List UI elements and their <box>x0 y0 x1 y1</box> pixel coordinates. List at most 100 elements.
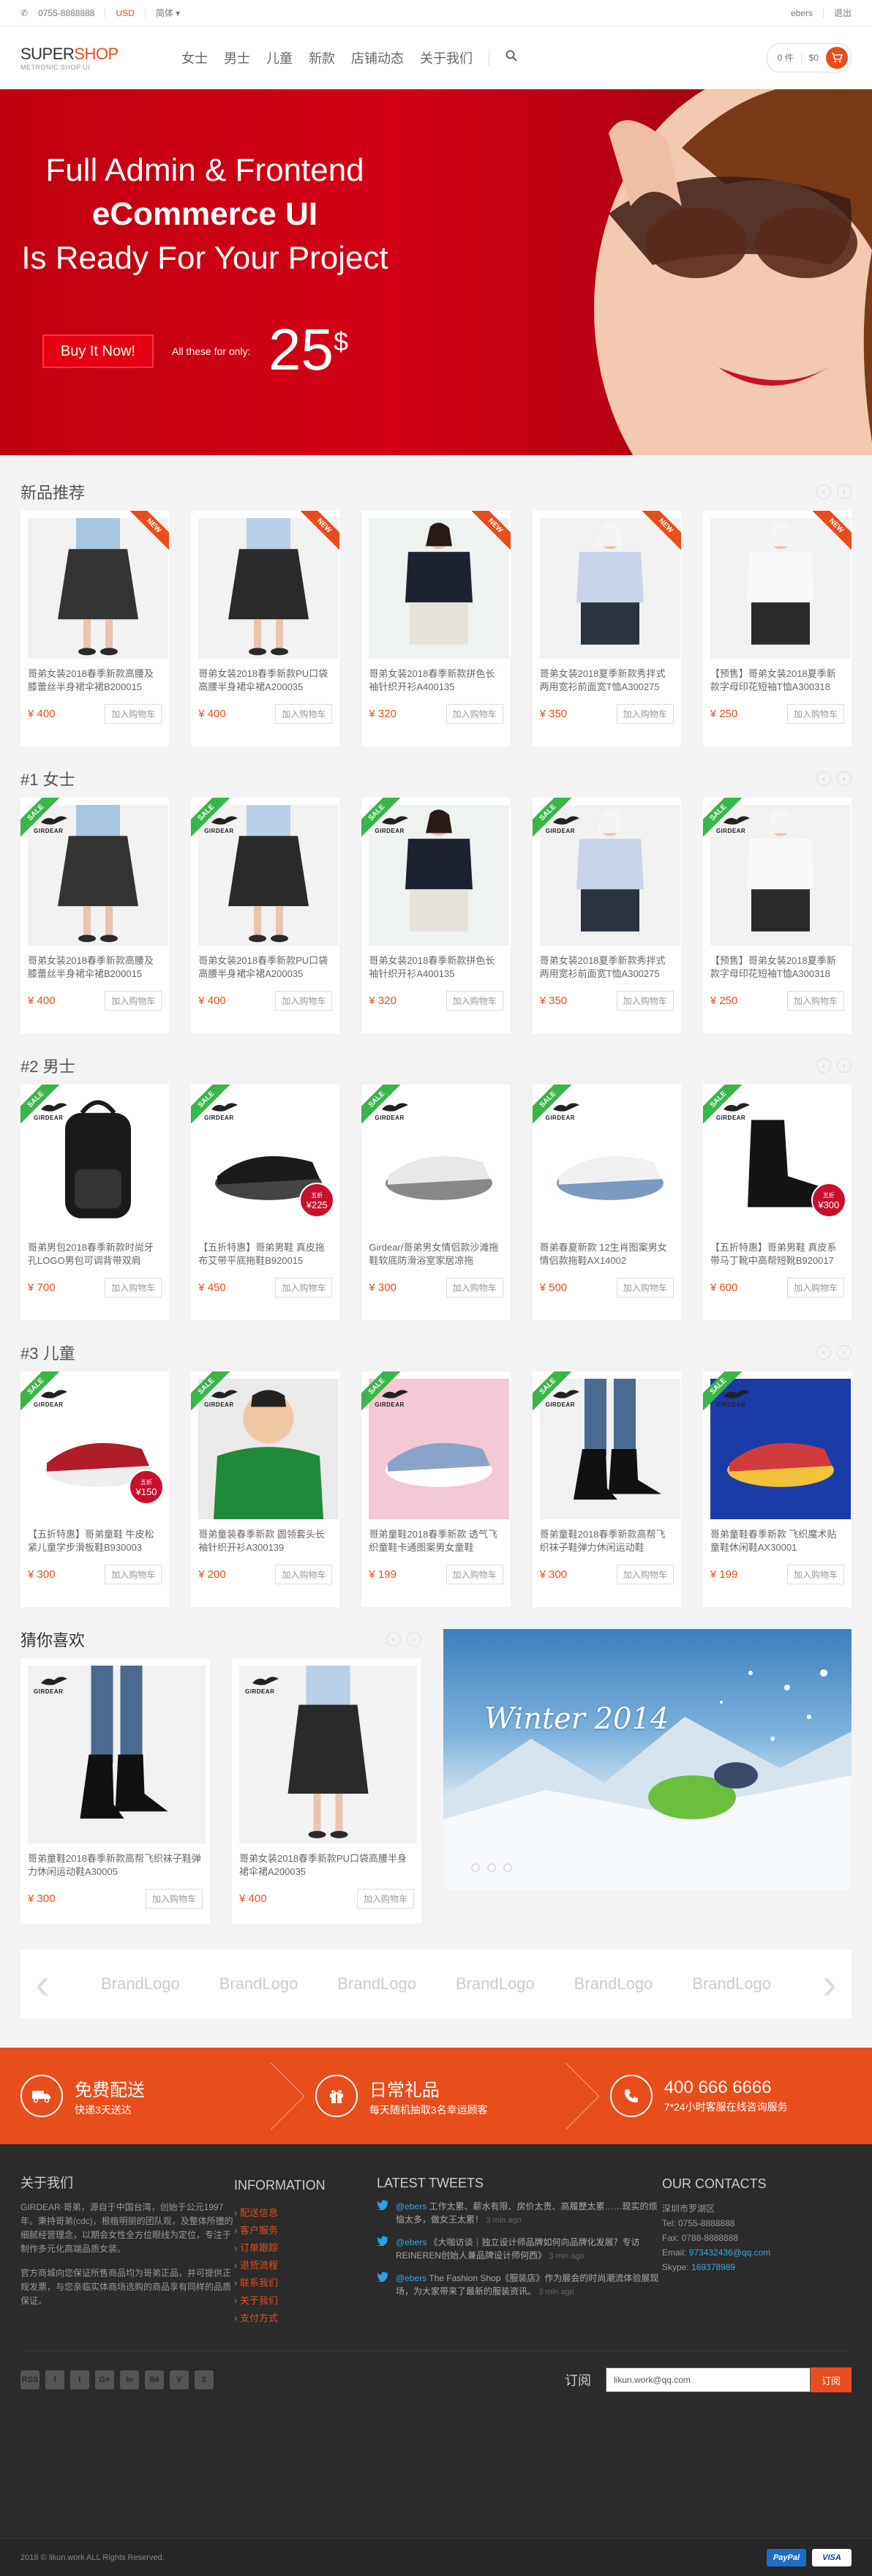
product-title[interactable]: 【预售】哥弟女装2018夏季新款字母印花短袖T恤A300318 <box>710 667 844 694</box>
linkedin-icon[interactable]: in <box>120 2370 139 2389</box>
nav-item-women[interactable]: 女士 <box>181 48 208 67</box>
product-image[interactable]: GIRDEAR <box>369 805 510 946</box>
product-title[interactable]: 哥弟女装2018春季新款PU口袋高腰半身裙伞裙A200035 <box>198 954 332 981</box>
product-title[interactable]: Girdear/哥弟男女情侣款沙滩拖鞋软底防滑浴室家居凉拖 <box>369 1241 503 1268</box>
product-card[interactable]: SALE GIRDEAR 哥弟春夏新款 12生肖图案男女情侣款拖鞋AX14002 ¥… <box>532 1085 681 1320</box>
product-card[interactable]: SALE GIRDEAR 哥弟女装2018春季新款拼色长袖针织开衫A400135 ¥… <box>361 798 511 1033</box>
brand-logo[interactable]: BrandLogo <box>692 1974 771 1993</box>
product-card[interactable]: SALE GIRDEAR 哥弟女装2018夏季新款秀拌式两用宽衫前面宽T恤A300… <box>532 798 681 1033</box>
product-title[interactable]: 【五折特惠】哥弟童鞋 牛皮松紧儿童学步滑板鞋B930003 <box>28 1528 162 1554</box>
product-card[interactable]: NEW 哥弟女装2018春季新款拼色长袖针织开衫A400135 ¥ 320 加入购… <box>361 511 511 746</box>
subscribe-email-input[interactable] <box>606 2367 811 2392</box>
product-title[interactable]: 哥弟童装春季新款 圆领套头长袖针织开衫A300139 <box>198 1528 332 1554</box>
product-title[interactable]: 哥弟女装2018春季新款高腰及膝蕾丝半身裙伞裙B200015 <box>28 667 162 694</box>
add-to-cart-button[interactable]: 加入购物车 <box>787 1278 845 1298</box>
nav-item-men[interactable]: 男士 <box>224 48 250 67</box>
product-title[interactable]: 哥弟女装2018春季新款拼色长袖针织开衫A400135 <box>369 667 503 694</box>
user-link[interactable]: ebers <box>791 8 813 18</box>
product-image[interactable] <box>28 518 168 659</box>
nav-item-about[interactable]: 关于我们 <box>420 48 473 67</box>
product-title[interactable]: 哥弟男包2018春季新款时尚牙孔LOGO男包可调背带双肩 <box>28 1241 162 1268</box>
product-image[interactable]: GIRDEAR 五折 ¥150 <box>28 1379 168 1519</box>
product-image[interactable]: GIRDEAR <box>539 1092 680 1232</box>
add-to-cart-button[interactable]: 加入购物车 <box>616 704 674 724</box>
carousel-dot[interactable] <box>471 1863 480 1872</box>
brand-logo[interactable]: BrandLogo <box>337 1974 416 1993</box>
product-card[interactable]: SALE GIRDEAR 五折 ¥300 【五折特惠】哥弟男鞋 真皮系带马丁靴中高帮短… <box>702 1085 852 1320</box>
brand-logo[interactable]: BrandLogo <box>219 1974 298 1993</box>
site-logo[interactable]: SUPERSHOP METRONIC SHOP UI <box>20 45 145 71</box>
prev-arrow-icon[interactable]: ‹ <box>386 1632 401 1647</box>
add-to-cart-button[interactable]: 加入购物车 <box>105 1565 162 1584</box>
add-to-cart-button[interactable]: 加入购物车 <box>616 1278 674 1298</box>
brand-logo[interactable]: BrandLogo <box>574 1974 653 1993</box>
twitter-icon[interactable]: t <box>70 2370 89 2389</box>
add-to-cart-button[interactable]: 加入购物车 <box>446 1278 503 1298</box>
next-arrow-icon[interactable]: › <box>837 484 852 499</box>
product-title[interactable]: 【五折特惠】哥弟男鞋 真皮系带马丁靴中高帮短靴B920017 <box>710 1241 844 1268</box>
product-card[interactable]: SALE GIRDEAR 哥弟女装2018春季新款PU口袋高腰半身裙伞裙A2000… <box>191 798 340 1033</box>
rss-icon[interactable]: RSS <box>20 2370 40 2389</box>
product-card[interactable]: SALE GIRDEAR 哥弟童鞋2018春季新款高帮飞织袜子鞋弹力休闲运动鞋 ¥ … <box>532 1371 681 1607</box>
product-card[interactable]: SALE GIRDEAR Girdear/哥弟男女情侣款沙滩拖鞋软底防滑浴室家居凉… <box>361 1085 511 1320</box>
product-image[interactable] <box>710 518 851 659</box>
next-arrow-icon[interactable]: › <box>837 771 852 786</box>
tweet-handle[interactable]: @ebers <box>396 2237 426 2247</box>
product-image[interactable] <box>369 518 510 659</box>
add-to-cart-button[interactable]: 加入购物车 <box>446 1565 503 1584</box>
nav-item-kids[interactable]: 儿童 <box>266 48 293 67</box>
subscribe-button[interactable]: 订阅 <box>811 2367 852 2392</box>
behance-icon[interactable]: Bē <box>145 2370 164 2389</box>
product-image[interactable] <box>198 518 339 659</box>
add-to-cart-button[interactable]: 加入购物车 <box>105 1278 162 1298</box>
facebook-icon[interactable]: f <box>45 2370 64 2389</box>
skype-icon[interactable]: S <box>195 2370 214 2389</box>
add-to-cart-button[interactable]: 加入购物车 <box>787 1565 845 1584</box>
product-image[interactable]: GIRDEAR <box>369 1092 510 1232</box>
add-to-cart-button[interactable]: 加入购物车 <box>446 991 503 1011</box>
product-image[interactable] <box>539 518 680 659</box>
footer-info-link[interactable]: 联系我们 <box>234 2274 377 2292</box>
prev-arrow-icon[interactable]: ‹ <box>816 771 831 786</box>
product-image[interactable]: GIRDEAR <box>28 1092 168 1232</box>
product-card[interactable]: NEW 哥弟女装2018春季新款高腰及膝蕾丝半身裙伞裙B200015 ¥ 400 … <box>20 511 170 746</box>
product-title[interactable]: 哥弟女装2018春季新款拼色长袖针织开衫A400135 <box>369 954 503 981</box>
add-to-cart-button[interactable]: 加入购物车 <box>105 704 162 724</box>
add-to-cart-button[interactable]: 加入购物车 <box>356 1889 414 1909</box>
footer-info-link[interactable]: 订单跟踪 <box>234 2239 377 2257</box>
product-image[interactable]: GIRDEAR <box>539 1379 680 1519</box>
product-title[interactable]: 哥弟童鞋2018春季新款 透气飞织童鞋卡通图案男女童鞋 <box>369 1528 503 1554</box>
product-title[interactable]: 哥弟女装2018春季新款PU口袋高腰半身裙伞裙A200035 <box>239 1852 414 1879</box>
carousel-dot[interactable] <box>503 1863 512 1872</box>
product-image[interactable]: GIRDEAR <box>198 1379 339 1519</box>
product-card[interactable]: GIRDEAR 哥弟女装2018春季新款PU口袋高腰半身裙伞裙A200035 ¥ 4… <box>232 1658 421 1923</box>
add-to-cart-button[interactable]: 加入购物车 <box>616 991 674 1011</box>
prev-arrow-icon[interactable]: ‹ <box>816 1058 831 1073</box>
product-title[interactable]: 哥弟女装2018夏季新款秀拌式两用宽衫前面宽T恤A300275 <box>540 667 674 694</box>
logout-link[interactable]: 退出 <box>834 7 852 19</box>
product-title[interactable]: 哥弟童鞋2018春季新款高帮飞织袜子鞋弹力休闲运动鞋 <box>540 1528 674 1554</box>
currency-selector[interactable]: USD <box>116 8 134 18</box>
product-card[interactable]: SALE GIRDEAR 五折 ¥225 【五折特惠】哥弟男鞋 真皮拖布艾带平底拖鞋B… <box>191 1085 340 1320</box>
vimeo-icon[interactable]: V <box>170 2370 189 2389</box>
product-image[interactable]: GIRDEAR <box>28 1666 206 1843</box>
carousel-dot[interactable] <box>487 1863 496 1872</box>
brands-next-icon[interactable]: › <box>822 1962 837 2006</box>
winter-promo-banner[interactable]: Winter 2014 <box>443 1629 852 1890</box>
tweet-handle[interactable]: @ebers <box>396 2201 426 2212</box>
next-arrow-icon[interactable]: › <box>407 1632 421 1647</box>
footer-info-link[interactable]: 客户服务 <box>234 2222 377 2239</box>
product-image[interactable]: GIRDEAR 五折 ¥300 <box>710 1092 851 1232</box>
product-title[interactable]: 哥弟女装2018春季新款高腰及膝蕾丝半身裙伞裙B200015 <box>28 954 162 981</box>
product-title[interactable]: 【五折特惠】哥弟男鞋 真皮拖布艾带平底拖鞋B920015 <box>198 1241 332 1268</box>
footer-info-link[interactable]: 退货流程 <box>234 2257 377 2274</box>
search-icon[interactable] <box>505 50 517 65</box>
product-card[interactable]: SALE GIRDEAR 哥弟女装2018春季新款高腰及膝蕾丝半身裙伞裙B2000… <box>20 798 170 1033</box>
product-card[interactable]: SALE GIRDEAR 哥弟童装春季新款 圆领套头长袖针织开衫A300139 ¥ … <box>191 1371 340 1607</box>
buy-now-button[interactable]: Buy It Now! <box>42 334 154 368</box>
product-image[interactable]: GIRDEAR <box>28 805 168 946</box>
product-image[interactable]: GIRDEAR <box>239 1666 417 1843</box>
product-card[interactable]: NEW 哥弟女装2018夏季新款秀拌式两用宽衫前面宽T恤A300275 ¥ 350… <box>532 511 681 746</box>
brand-logo[interactable]: BrandLogo <box>101 1974 180 1993</box>
add-to-cart-button[interactable]: 加入购物车 <box>787 704 845 724</box>
